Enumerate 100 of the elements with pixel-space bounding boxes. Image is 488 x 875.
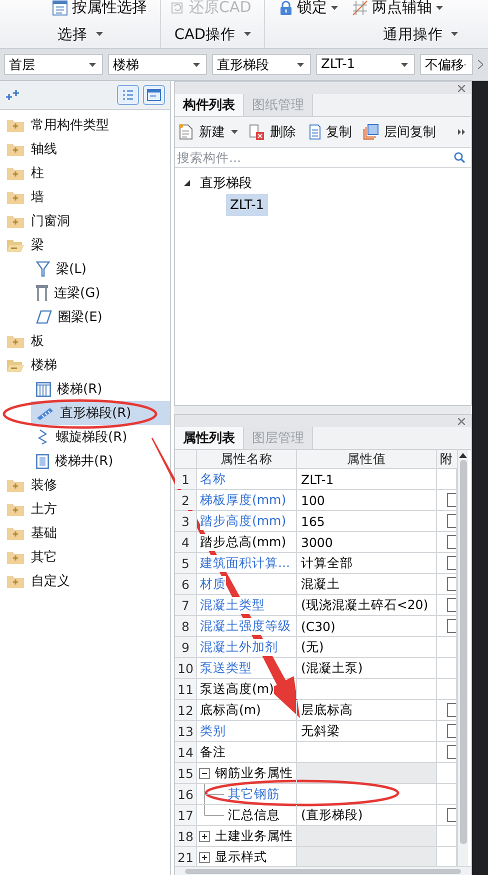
dropdown[interactable]: 首层 — [4, 54, 103, 75]
tree-item[interactable]: 连梁(G) — [31, 281, 170, 305]
property-name[interactable]: 泵送类型 — [200, 660, 252, 676]
row-number: 18 — [175, 826, 197, 846]
property-name[interactable]: 其它钢筋 — [228, 786, 280, 802]
scroll-up-icon[interactable] — [459, 453, 467, 458]
ribbon-button[interactable]: 锁定 — [279, 0, 338, 18]
property-name[interactable]: 混凝土类型 — [200, 596, 265, 614]
tree-item[interactable]: 门窗洞 — [0, 209, 170, 233]
property-name[interactable]: 梯板厚度(mm) — [200, 492, 286, 508]
property-name[interactable]: 踏步高度(mm) — [200, 512, 286, 530]
row-number: 16 — [175, 784, 197, 804]
tree-item[interactable]: 楼梯 — [0, 353, 170, 377]
row-number: 14 — [175, 742, 197, 762]
toolbar-button[interactable]: 层间复制 — [363, 123, 436, 141]
tree-item[interactable]: 柱 — [0, 161, 170, 185]
expand-icon[interactable] — [199, 852, 210, 862]
search-icon[interactable] — [454, 152, 465, 163]
sparkle-icon[interactable] — [6, 90, 20, 100]
lock-icon — [279, 0, 293, 16]
property-value[interactable]: (直形梯段) — [297, 805, 437, 825]
chevron-icon[interactable] — [478, 60, 483, 69]
row-number: 6 — [175, 574, 197, 594]
tree-item[interactable]: 楼梯井(R) — [31, 449, 170, 473]
dropdown[interactable]: 不偏移 — [420, 54, 473, 75]
tree-item[interactable]: 轴线 — [0, 137, 170, 161]
tab[interactable]: 构件列表 — [175, 94, 244, 116]
row-number: 7 — [175, 595, 197, 615]
property-value[interactable]: (混凝土泵) — [297, 658, 437, 678]
frame-icon — [36, 285, 48, 301]
group-menu-button[interactable]: CAD操作 — [174, 24, 251, 44]
tree-item[interactable]: 基础 — [0, 521, 170, 545]
property-group: 钢筋业务属性 — [215, 764, 293, 782]
row-number: 10 — [175, 658, 197, 678]
column-header: 属性值 — [297, 450, 437, 468]
list-icon — [122, 89, 134, 101]
vertical-scrollbar[interactable] — [457, 450, 468, 866]
tree-item[interactable]: 楼梯(R) — [31, 377, 170, 401]
list-view-button[interactable] — [117, 85, 139, 105]
toolbar-button[interactable]: 删除 — [249, 123, 296, 141]
tree-item[interactable]: 装修 — [0, 473, 170, 497]
property-name[interactable]: 名称 — [200, 470, 226, 488]
tree-item[interactable]: 板 — [0, 329, 170, 353]
property-name[interactable]: 类别 — [200, 722, 226, 740]
dropdown[interactable]: ZLT-1 — [316, 54, 415, 75]
overflow-icon[interactable] — [458, 129, 465, 135]
tree-item[interactable]: 土方 — [0, 497, 170, 521]
search-field[interactable]: 搜索构件... — [177, 150, 454, 165]
row-number: 12 — [175, 700, 197, 720]
detail-view-button[interactable] — [143, 85, 165, 105]
tree-item[interactable]: 梁 — [0, 233, 170, 257]
row-number: 9 — [175, 637, 197, 657]
tree-item[interactable]: 常用构件类型 — [0, 113, 170, 137]
tree-item[interactable]: 圈梁(E) — [31, 305, 170, 329]
property-name[interactable]: 混凝土外加剂 — [200, 638, 278, 656]
close-icon[interactable] — [458, 84, 465, 92]
tree-item[interactable]: 自定义 — [0, 569, 170, 593]
group-menu-button[interactable]: 通用操作 — [383, 24, 458, 44]
tree-item[interactable]: ZLT-1 — [226, 194, 268, 216]
collapse-icon[interactable] — [184, 180, 190, 186]
tab[interactable]: 属性列表 — [175, 427, 244, 449]
property-name: 汇总信息 — [228, 806, 280, 824]
toolbar-button[interactable]: 复制 — [307, 123, 352, 141]
property-value[interactable]: (无) — [297, 637, 437, 657]
property-name[interactable]: 建筑面积计算... — [200, 554, 290, 572]
caret-icon — [401, 62, 408, 66]
tree-item[interactable]: 其它 — [0, 545, 170, 569]
tree-item[interactable]: 直形梯段(R) — [31, 401, 170, 425]
property-value[interactable]: 3000 — [297, 532, 437, 552]
toolbar-button[interactable]: 新建 — [179, 123, 238, 141]
property-name: 底标高(m) — [200, 702, 261, 718]
property-value[interactable]: 计算全部 — [297, 553, 437, 573]
tree-item[interactable]: 螺旋梯段(R) — [31, 425, 170, 449]
collapse-icon[interactable] — [199, 768, 210, 778]
tree-item[interactable]: 梁(L) — [31, 257, 170, 281]
group-menu-button[interactable]: 选择 — [58, 24, 102, 44]
property-value[interactable]: 165 — [297, 511, 437, 531]
property-name[interactable]: 材质 — [200, 576, 226, 592]
property-name: 踏步总高(mm) — [200, 534, 286, 550]
property-value[interactable]: 100 — [297, 490, 437, 510]
row-number: 2 — [175, 490, 197, 510]
tree-item[interactable]: 直形梯段 — [175, 172, 471, 194]
close-icon[interactable] — [458, 418, 465, 424]
expand-icon[interactable] — [199, 830, 210, 842]
tree-item[interactable]: 墙 — [0, 185, 170, 209]
ribbon-button[interactable]: 两点辅轴 — [352, 0, 443, 18]
ramp-icon — [36, 406, 54, 420]
ribbon-button[interactable]: 按属性选择 — [52, 0, 147, 18]
property-name[interactable]: 混凝土强度等级 — [200, 618, 291, 634]
property-value[interactable]: 无斜梁 — [297, 721, 437, 741]
property-value[interactable]: (C30) — [297, 616, 437, 636]
property-value[interactable]: 混凝土 — [297, 574, 437, 594]
new-document-icon — [179, 124, 193, 140]
column-header: 属性名称 — [197, 450, 297, 468]
property-value[interactable]: (现浇混凝土碎石<20) — [297, 595, 437, 615]
horizontal-scrollbar[interactable] — [175, 866, 471, 875]
property-value[interactable]: ZLT-1 — [297, 469, 437, 489]
dropdown[interactable]: 直形梯段 — [212, 54, 311, 75]
dropdown[interactable]: 楼梯 — [108, 54, 207, 75]
window-icon — [147, 89, 161, 101]
